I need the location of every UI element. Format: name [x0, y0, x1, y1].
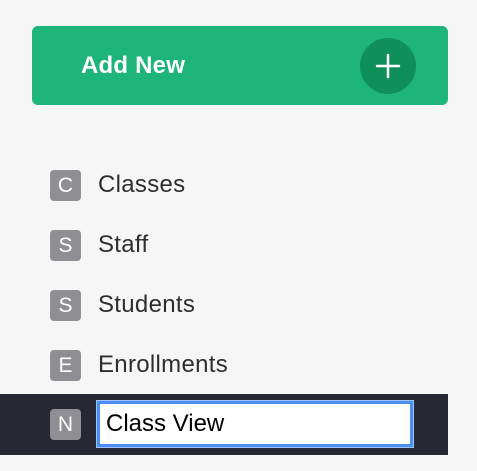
nav-item-badge: C [50, 170, 81, 201]
nav-item-label: Students [98, 291, 196, 318]
nav-item-label: Enrollments [98, 351, 229, 378]
nav-item-classes[interactable]: C Classes [0, 155, 477, 215]
nav-item-enrollments[interactable]: E Enrollments [0, 335, 477, 395]
nav-item-badge: E [50, 350, 81, 381]
add-new-button[interactable]: Add New [32, 26, 448, 105]
nav-item-label: Staff [98, 231, 149, 258]
nav-item-badge: S [50, 290, 81, 321]
nav-item-badge: N [50, 409, 81, 440]
nav-item-label: Classes [98, 171, 186, 198]
nav-item-badge: S [50, 230, 81, 261]
plus-icon [360, 38, 416, 94]
rename-input[interactable] [97, 401, 413, 447]
add-new-label: Add New [81, 52, 186, 79]
nav-item-students[interactable]: S Students [0, 275, 477, 335]
nav-item-new-editing[interactable]: N [0, 394, 448, 455]
nav-item-staff[interactable]: S Staff [0, 215, 477, 275]
